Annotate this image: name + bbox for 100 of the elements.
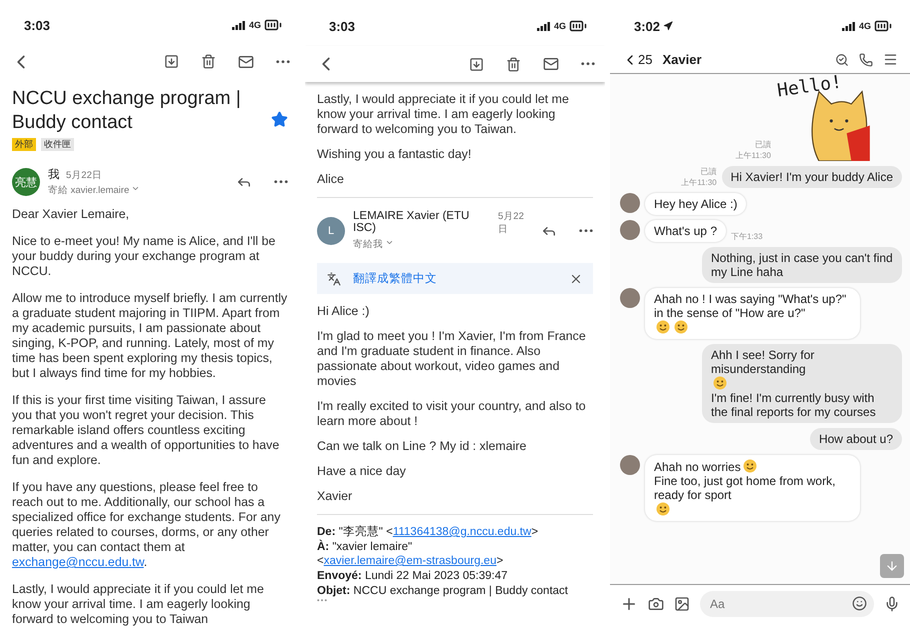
more-button[interactable] [274, 180, 288, 184]
chevron-down-icon[interactable] [385, 238, 394, 247]
emoji-icon [656, 502, 670, 516]
read-receipt: 已讀 [700, 166, 717, 177]
search-button[interactable] [835, 52, 849, 66]
email-paragraph: Lastly, I would appreciate it if you could let me know your arrival time. I am eagerly looking forward to welcoming you to Taiwan [12, 582, 265, 627]
status-time: 3:03 [329, 18, 356, 34]
plus-icon [620, 595, 638, 613]
recipient-toggle[interactable]: 寄給 xavier.lemaire [48, 184, 130, 197]
recipient-toggle[interactable]: 寄給我 [353, 238, 383, 251]
email-paragraph: Have a nice day [317, 464, 407, 479]
email-paragraph: Lastly, I would appreciate it if you could let me know your arrival time. I am eagerly looking forward to welcoming you to Taiwan. [317, 92, 570, 137]
emoji-button[interactable] [852, 596, 867, 611]
back-button[interactable]: 25 [622, 52, 652, 68]
camera-icon [648, 596, 664, 612]
message-text: Ahh I see! Sorry for misunderstanding [711, 348, 816, 376]
archive-button[interactable] [164, 54, 179, 70]
chevron-down-icon[interactable] [131, 184, 140, 193]
camera-button[interactable] [648, 596, 664, 612]
more-button[interactable] [579, 228, 593, 232]
signal-icon [842, 22, 856, 30]
email-paragraph: Nice to e-meet you! My name is Alice, and I'll be your buddy during your exchange program at NCCU. [12, 234, 276, 279]
message-date: 5月22日 [498, 210, 525, 236]
delete-button[interactable] [201, 54, 216, 70]
read-receipt: 已讀 [754, 139, 771, 150]
sender-name: LEMAIRE Xavier (ETU ISC) [353, 210, 470, 234]
email-paragraph: Alice [317, 172, 345, 187]
call-button[interactable] [859, 52, 873, 66]
label-badge: 外部 [12, 138, 36, 151]
email-paragraph: Wishing you a fantastic day! [317, 147, 472, 162]
message-input[interactable]: Aa [700, 591, 874, 617]
emoji-icon [656, 320, 670, 334]
contact-avatar [620, 220, 640, 240]
delete-button[interactable] [506, 56, 521, 72]
microphone-icon [884, 596, 900, 612]
archive-icon [164, 54, 179, 70]
message-text: Nothing, just in case you can't find my Line haha [711, 251, 893, 279]
mark-unread-button[interactable] [238, 54, 254, 70]
signal-icon [536, 22, 551, 30]
message-text: Hey hey Alice :) [654, 197, 738, 211]
quoted-header-line: À: "xavier lemaire" <xavier.lemaire@em-strasbourg.eu> [317, 540, 504, 568]
email-paragraph: I'm glad to meet you ! I'm Xavier, I'm from France and I'm graduate student in finance. Also passionate about workout, video games and movies [317, 329, 587, 389]
email-paragraph: Dear Xavier Lemaire, [12, 207, 130, 222]
more-icon [581, 62, 595, 66]
message-text: Hi Xavier! I'm your buddy Alice [730, 170, 893, 184]
add-button[interactable] [620, 595, 638, 613]
network-type: 4G [248, 20, 261, 30]
message-text: Fine too, just got home from work, ready for sport [654, 474, 836, 502]
star-button[interactable] [271, 110, 288, 128]
email-subject: NCCU exchange program | Buddy contact [12, 87, 242, 135]
contact-avatar [620, 193, 640, 213]
more-icon [274, 180, 288, 184]
gallery-button[interactable] [674, 596, 690, 612]
trash-icon [201, 54, 216, 70]
network-type: 4G [858, 21, 871, 31]
menu-icon [883, 52, 898, 67]
email-paragraph: Hi Alice :) [317, 304, 370, 319]
label-badge: 收件匣 [41, 138, 74, 151]
arrow-down-icon [885, 559, 899, 573]
search-icon [835, 52, 849, 66]
quoted-header-line: Objet: NCCU exchange program | Buddy contact [317, 584, 569, 598]
status-time: 3:03 [24, 18, 50, 33]
message-text: What's up ? [654, 224, 717, 238]
emoji-icon [674, 320, 688, 334]
email-link[interactable]: exchange@nccu.edu.tw [12, 555, 144, 569]
phone-icon [859, 52, 873, 66]
show-trimmed-button[interactable] [317, 599, 327, 602]
location-arrow-icon [663, 21, 674, 31]
envelope-icon [543, 56, 559, 72]
more-icon [579, 228, 593, 232]
archive-icon [469, 56, 484, 72]
contact-avatar [620, 288, 640, 308]
email-paragraph: Xavier [317, 489, 354, 504]
message-date: 5月22日 [66, 169, 102, 182]
message-text: How about u? [818, 432, 893, 446]
image-icon [674, 596, 690, 612]
more-button[interactable] [276, 60, 290, 64]
mark-unread-button[interactable] [543, 56, 559, 72]
mic-button[interactable] [884, 596, 900, 612]
signal-icon [232, 20, 246, 30]
message-time: 上午11:30 [681, 177, 717, 188]
sticker-text: Hello! [776, 72, 844, 102]
more-button[interactable] [581, 62, 595, 66]
quoted-header-line: Envoyé: Lundi 22 Mai 2023 05:39:47 [317, 569, 509, 583]
menu-button[interactable] [883, 52, 898, 67]
email-paragraph: If you have any questions, please feel free to reach out to me. Additionally, our school has a specialized office for exchange students. For any queries related to courses, dorms, or any other matter, you can contact them at exchange@nccu.edu.tw. [12, 480, 282, 570]
archive-button[interactable] [469, 56, 484, 72]
network-type: 4G [554, 21, 566, 31]
sender-name: 我 [48, 168, 60, 182]
email-paragraph: I'm really excited to visit your country, and also to learn more about ! [317, 399, 587, 429]
sender-avatar: L [317, 216, 345, 244]
sender-avatar: 亮慧 [12, 168, 40, 196]
message-time: 上午11:30 [736, 150, 771, 161]
message-text: Ahah no ! I was saying "What's up?" in the sense of "How are u?" [654, 292, 848, 320]
smiley-icon [852, 596, 867, 611]
email-link[interactable]: 111364138@g.nccu.edu.tw [392, 526, 532, 538]
more-icon [276, 60, 290, 64]
translate-icon [327, 272, 341, 286]
emoji-icon [713, 376, 727, 390]
email-link[interactable]: xavier.lemaire@em-strasbourg.eu [324, 555, 496, 567]
